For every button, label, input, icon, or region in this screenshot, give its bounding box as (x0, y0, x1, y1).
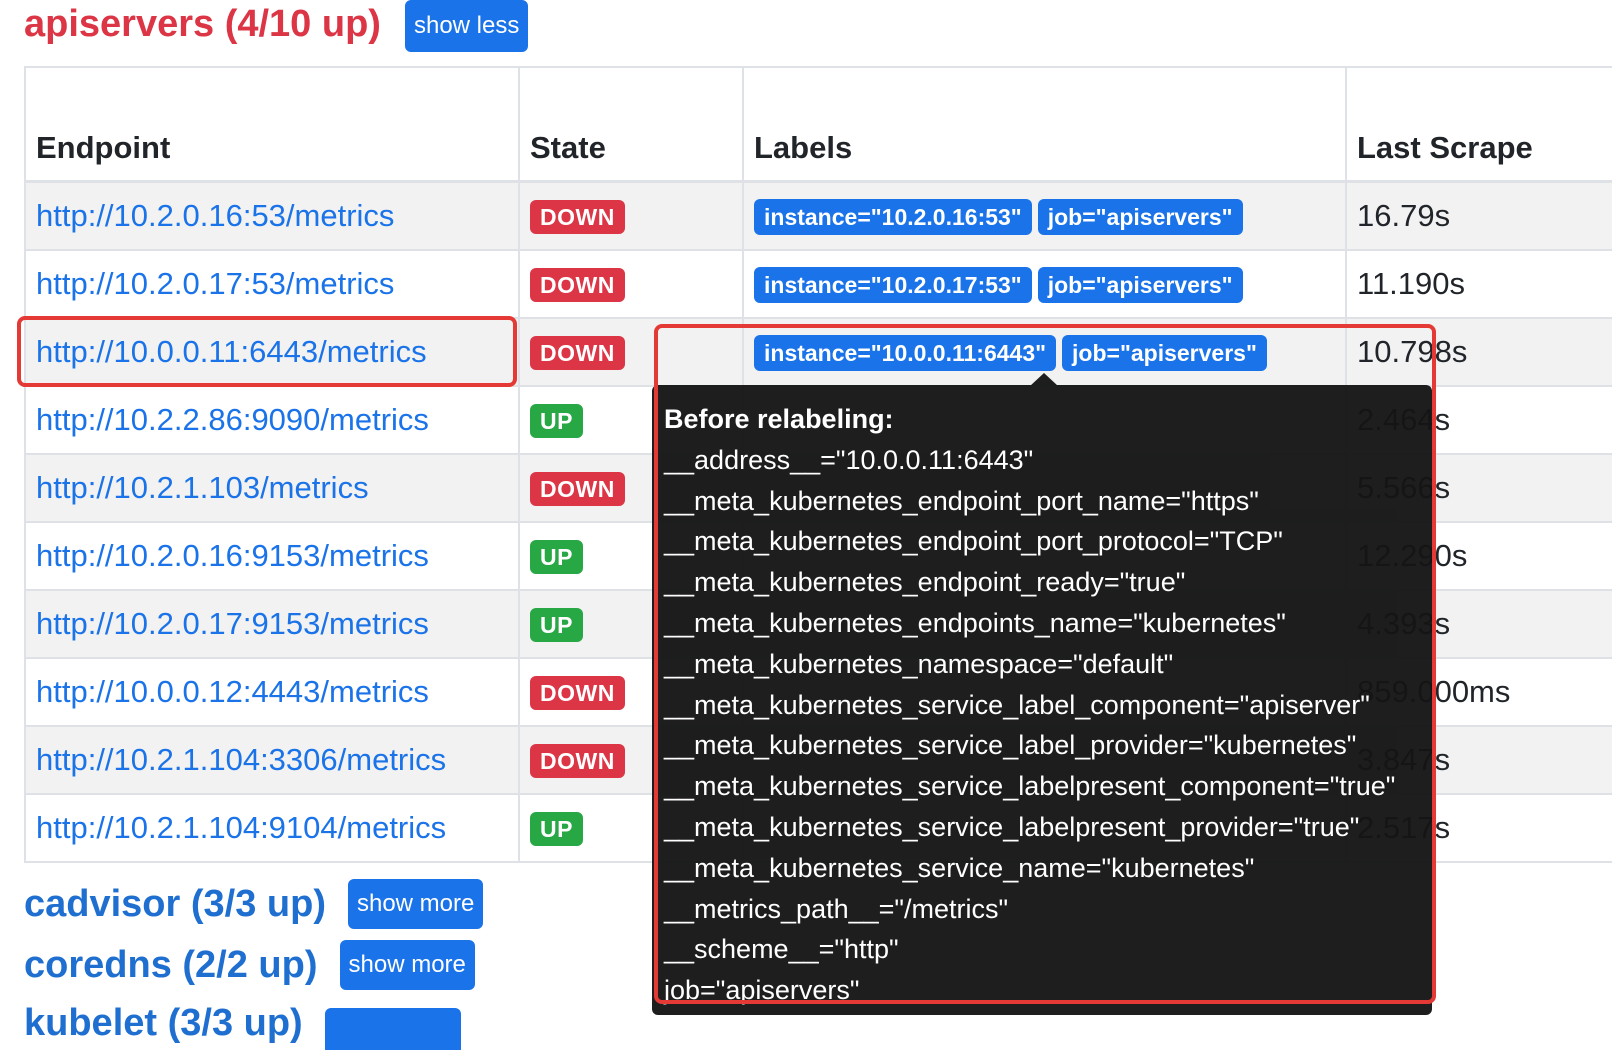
last-scrape: 11.190s (1345, 248, 1612, 319)
last-scrape: 16.79s (1345, 180, 1612, 251)
endpoint-link[interactable]: http://10.2.0.17:53/metrics (36, 266, 394, 301)
tooltip-highlight-box (654, 324, 1436, 1004)
state-badge: UP (530, 608, 583, 642)
table-row: http://10.2.0.17:53/metrics DOWN instanc… (24, 248, 1612, 319)
state-badge: DOWN (530, 268, 625, 302)
instance-label-badge[interactable]: instance="10.2.0.17:53" (754, 266, 1032, 303)
header-endpoint: Endpoint (24, 66, 520, 183)
state-badge: DOWN (530, 676, 625, 710)
kubelet-header: kubelet (3/3 up) (24, 1002, 461, 1050)
state-badge: DOWN (530, 744, 625, 778)
endpoint-highlight-box (17, 316, 517, 387)
coredns-header: coredns (2/2 up) show more (24, 940, 475, 990)
state-badge: UP (530, 404, 583, 438)
header-state: State (518, 66, 744, 183)
table-header-row: Endpoint State Labels Last Scrape (24, 66, 1612, 183)
job-label-badge[interactable]: job="apiservers" (1037, 266, 1243, 303)
state-badge: DOWN (530, 200, 625, 234)
endpoint-link[interactable]: http://10.2.2.86:9090/metrics (36, 402, 429, 437)
endpoint-link[interactable]: http://10.2.1.103/metrics (36, 470, 369, 505)
cadvisor-header: cadvisor (3/3 up) show more (24, 879, 484, 929)
coredns-title: coredns (2/2 up) (24, 943, 318, 986)
state-badge: DOWN (530, 472, 625, 506)
endpoint-link[interactable]: http://10.2.0.16:53/metrics (36, 198, 394, 233)
coredns-show-more-button[interactable]: show more (339, 940, 475, 990)
apiservers-show-less-button[interactable]: show less (404, 0, 529, 52)
endpoint-link[interactable]: http://10.2.1.104:3306/metrics (36, 742, 446, 777)
header-last-scrape: Last Scrape (1345, 66, 1612, 183)
kubelet-show-more-button[interactable] (324, 1008, 461, 1050)
apiservers-title: apiservers (4/10 up) (24, 2, 381, 45)
endpoint-link[interactable]: http://10.2.1.104:9104/metrics (36, 810, 446, 845)
state-badge: UP (530, 540, 583, 574)
cadvisor-title: cadvisor (3/3 up) (24, 882, 326, 925)
kubelet-title: kubelet (3/3 up) (24, 1002, 303, 1044)
endpoint-link[interactable]: http://10.2.0.16:9153/metrics (36, 538, 429, 573)
header-labels: Labels (742, 66, 1347, 183)
job-label-badge[interactable]: job="apiservers" (1037, 198, 1243, 235)
instance-label-badge[interactable]: instance="10.2.0.16:53" (754, 198, 1032, 235)
state-badge: UP (530, 812, 583, 846)
endpoint-link[interactable]: http://10.0.0.12:4443/metrics (36, 674, 429, 709)
apiservers-header: apiservers (4/10 up) show less (24, 0, 529, 52)
endpoint-link[interactable]: http://10.2.0.17:9153/metrics (36, 606, 429, 641)
cadvisor-show-more-button[interactable]: show more (347, 879, 484, 929)
state-badge: DOWN (530, 336, 625, 370)
table-row: http://10.2.0.16:53/metrics DOWN instanc… (24, 180, 1612, 251)
